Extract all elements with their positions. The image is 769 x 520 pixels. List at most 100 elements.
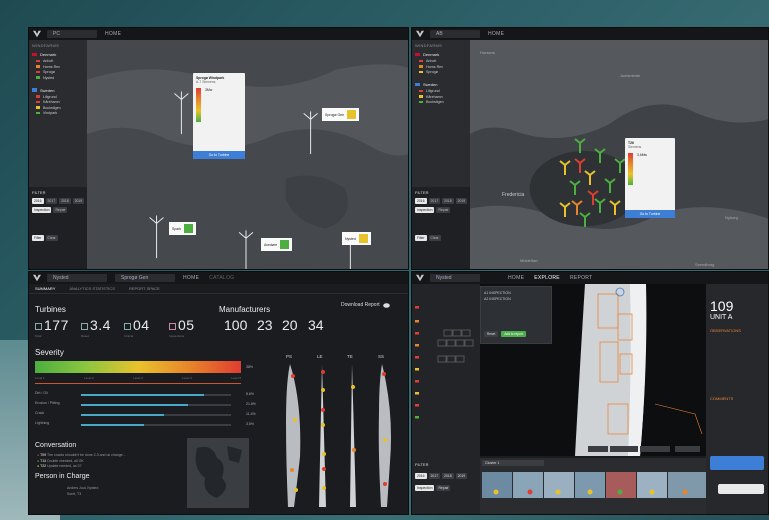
year-chip[interactable]: 2017 [428, 198, 441, 204]
sidebar-item-farm[interactable]: Horns Rev [36, 65, 84, 69]
year-chip[interactable]: 2017 [428, 473, 441, 479]
turbine-tag[interactable]: Sprogø Gen [322, 108, 360, 121]
turbine-tag[interactable]: Avedøre [261, 238, 293, 251]
repair-toggle[interactable]: Repair [436, 485, 451, 491]
farm-label: Lillgrund [43, 94, 57, 99]
dropdown-item[interactable]: A2 INSPECTION [484, 296, 548, 302]
sidebar-item-farm[interactable]: Sprogø [36, 70, 84, 74]
mini-map[interactable] [187, 438, 249, 508]
nav-report[interactable]: REPORT [570, 275, 593, 281]
country-denmark[interactable]: Denmark [415, 52, 467, 57]
comment-box[interactable] [718, 484, 764, 494]
sidebar-item-farm[interactable]: Kårehamn [36, 100, 84, 104]
windfarm-select[interactable]: Nysted [430, 274, 480, 282]
inspection-toggle[interactable]: Inspection [32, 207, 52, 213]
windfarm-select[interactable]: Nysted [47, 274, 107, 282]
windfarm-select[interactable]: PC [47, 30, 97, 38]
tab-report[interactable]: REPORT SPACE [129, 286, 160, 291]
country-denmark[interactable]: Denmark [32, 52, 84, 57]
map-overview-panel: PC HOME WINDFARMS Denmark Anholt Horns R… [28, 27, 409, 270]
farm-label: Sprogø [43, 70, 55, 74]
status-dot [419, 70, 423, 74]
country-sweden[interactable]: Sweden [415, 82, 467, 87]
tab-analytics[interactable]: ANALYTICS STATISTICS [69, 286, 115, 291]
map-view[interactable]: Sprogø Windpark A-7 Siemens 3Mw Go to Tu… [87, 40, 408, 269]
go-to-turbine-button[interactable]: Go to Turbine [625, 210, 675, 218]
inspection-toggle[interactable]: Inspection [415, 485, 435, 491]
sidebar-item-farm[interactable]: Bockstigen [36, 106, 84, 110]
filter-panel: FILTER 2016 2017 2018 2019 Inspection Re… [412, 187, 470, 269]
nav-home[interactable]: HOME [508, 275, 524, 281]
sidebar-item-farm[interactable]: Lillgrund [419, 89, 467, 93]
year-chip[interactable]: 2018 [59, 198, 71, 204]
map-label: Svendborg [695, 262, 715, 267]
sidebar-item-farm[interactable]: Vindpark [36, 111, 84, 115]
filter-button[interactable]: Filter [32, 235, 44, 241]
clear-button[interactable]: Clear [45, 235, 58, 241]
flag-icon [415, 52, 420, 57]
year-chips: 2016 2017 2018 2019 [415, 473, 468, 479]
sidebar-item-farm[interactable]: Lillgrund [36, 95, 84, 99]
repair-toggle[interactable]: Repair [53, 207, 68, 213]
stat-caption: Inspections [169, 334, 185, 338]
person-list: Anders Juul, Nysted Sorel, T3 [67, 485, 98, 497]
nav-home[interactable]: HOME [488, 31, 504, 37]
year-chip[interactable]: 2019 [455, 198, 468, 204]
download-report-button[interactable]: Download Report [341, 302, 390, 308]
year-chip[interactable]: 2018 [442, 198, 454, 204]
popup-value: 3.6Mw [637, 153, 647, 157]
year-chip[interactable]: 2019 [455, 473, 468, 479]
windfarm-select[interactable]: AB [430, 30, 480, 38]
inspection-dropdown[interactable]: A1 INSPECTION A2 INSPECTION Reset Add to… [480, 286, 552, 344]
year-chip[interactable]: 2016 [32, 198, 44, 204]
blade-diagram[interactable]: PS LE TE SS [284, 350, 404, 510]
reset-button[interactable]: Reset [484, 331, 499, 337]
sidebar-item-farm[interactable]: Anholt [36, 59, 84, 63]
damage-bar-label: Erosion / Pitting [35, 401, 60, 405]
filter-button[interactable]: Filter [415, 235, 427, 241]
nav-home[interactable]: HOME [183, 275, 199, 281]
year-chip[interactable]: 2017 [45, 198, 58, 204]
year-chip[interactable]: 2016 [415, 198, 427, 204]
add-to-report-button[interactable]: Add to report [501, 331, 526, 337]
repair-toggle[interactable]: Repair [436, 207, 451, 213]
map-view[interactable]: Horsens Juelsminde Fredericia Middelfart… [470, 40, 768, 269]
sidebar-item-farm[interactable]: Bockstigen [419, 100, 467, 104]
message-item[interactable]: ● T22 Update needed, as 07 [37, 464, 126, 470]
alert-icon [124, 323, 131, 330]
country-label: Denmark [423, 52, 440, 57]
turbine-tag[interactable]: Spark [169, 222, 197, 235]
nav-explore[interactable]: EXPLORE [534, 275, 560, 281]
go-to-turbine-button[interactable]: Go to Turbine [193, 151, 245, 159]
clear-button[interactable]: Clear [428, 235, 441, 241]
farm-label: Kårehamn [426, 94, 443, 99]
severity-title: Severity [35, 348, 64, 357]
sidebar-item-farm[interactable]: Anholt [419, 59, 467, 63]
inspection-toggle[interactable]: Inspection [415, 207, 435, 213]
status-square [184, 224, 194, 233]
tab-summary[interactable]: SUMMARY [35, 286, 55, 291]
turbine-icon [35, 323, 42, 330]
damage-bar-percent: 3.5% [246, 422, 254, 426]
cluster-select[interactable]: Cluster 1 [482, 460, 544, 466]
turbine-tag[interactable]: Nysted [342, 232, 371, 245]
nav-catalog[interactable]: CATALOG [209, 275, 234, 281]
tag-label: Nysted [345, 236, 356, 241]
sidebar-item-farm[interactable]: Nysted [36, 76, 84, 80]
year-chip[interactable]: 2016 [415, 473, 427, 479]
country-sweden[interactable]: Sweden [32, 88, 84, 93]
comment-box[interactable] [710, 456, 764, 470]
sidebar-item-farm[interactable]: Kårehamn [419, 95, 467, 99]
year-chip[interactable]: 2018 [442, 473, 454, 479]
logo-icon [416, 274, 424, 282]
message-text: Double checked, all OK [47, 458, 84, 463]
sidebar-item-farm[interactable]: Horns Rev [419, 65, 467, 69]
turbine-cluster[interactable] [555, 135, 635, 235]
turbine-select[interactable]: Sprogø Gen [115, 274, 175, 282]
download-label: Download Report [341, 302, 380, 308]
power-icon [81, 323, 88, 330]
filter-panel: FILTER 2016 2017 2018 2019 Inspection Re… [29, 187, 87, 269]
nav-home[interactable]: HOME [105, 31, 121, 37]
year-chip[interactable]: 2019 [72, 198, 85, 204]
sidebar-item-farm[interactable]: Sprogø [419, 70, 467, 74]
